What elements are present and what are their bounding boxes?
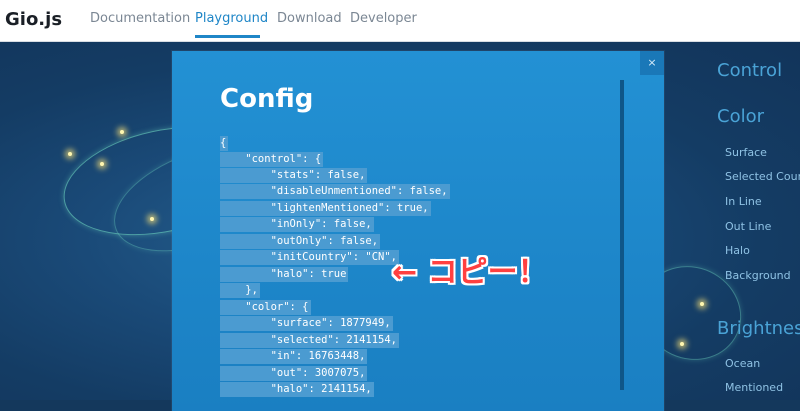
site-logo[interactable]: Gio.js <box>5 9 62 30</box>
spark-point <box>700 302 704 306</box>
code-line: "in": 16763448, <box>220 349 368 364</box>
modal-title: Config <box>220 84 314 114</box>
code-line: "stats": false, <box>220 168 368 183</box>
color-selected-count[interactable]: Selected Count <box>725 170 800 183</box>
code-line: "lightenMentioned": true, <box>220 201 431 216</box>
copy-annotation: ← コピー！ <box>392 255 548 290</box>
section-color[interactable]: Color <box>717 106 764 127</box>
color-out-line[interactable]: Out Line <box>725 220 771 233</box>
nav-download[interactable]: Download <box>277 11 342 26</box>
code-line: "outOnly": false, <box>220 234 381 249</box>
spark-point <box>68 152 72 156</box>
spark-point <box>120 130 124 134</box>
color-surface[interactable]: Surface <box>725 146 767 159</box>
color-halo[interactable]: Halo <box>725 244 750 257</box>
section-control[interactable]: Control <box>717 60 782 81</box>
close-icon[interactable]: × <box>640 51 664 75</box>
code-line: "inOnly": false, <box>220 217 374 232</box>
modal-scrollbar[interactable] <box>620 80 624 390</box>
nav-documentation[interactable]: Documentation <box>90 11 190 26</box>
code-line: }, <box>220 283 260 298</box>
top-navigation-bar: Gio.js Documentation Playground Download… <box>0 0 800 42</box>
code-line: { <box>220 136 229 151</box>
nav-developer[interactable]: Developer <box>350 11 417 26</box>
spark-point <box>150 217 154 221</box>
color-in-line[interactable]: In Line <box>725 195 762 208</box>
code-line: "halo": 2141154, <box>220 382 374 397</box>
color-background[interactable]: Background <box>725 269 791 282</box>
code-line: "color": { <box>220 300 311 315</box>
nav-playground[interactable]: Playground <box>195 11 268 26</box>
code-line: "control": { <box>220 152 324 167</box>
section-brightness[interactable]: Brightness <box>717 318 800 339</box>
spark-point <box>680 342 684 346</box>
brightness-ocean[interactable]: Ocean <box>725 357 760 370</box>
active-tab-indicator <box>195 35 260 38</box>
code-line: "initCountry": "CN", <box>220 250 400 265</box>
code-line: "out": 3007075, <box>220 366 368 381</box>
code-line: "halo": true <box>220 267 349 282</box>
brightness-mentioned[interactable]: Mentioned <box>725 381 783 394</box>
code-line: "surface": 1877949, <box>220 316 393 331</box>
code-line: "selected": 2141154, <box>220 333 400 348</box>
code-line: "disableUnmentioned": false, <box>220 184 450 199</box>
spark-point <box>100 162 104 166</box>
